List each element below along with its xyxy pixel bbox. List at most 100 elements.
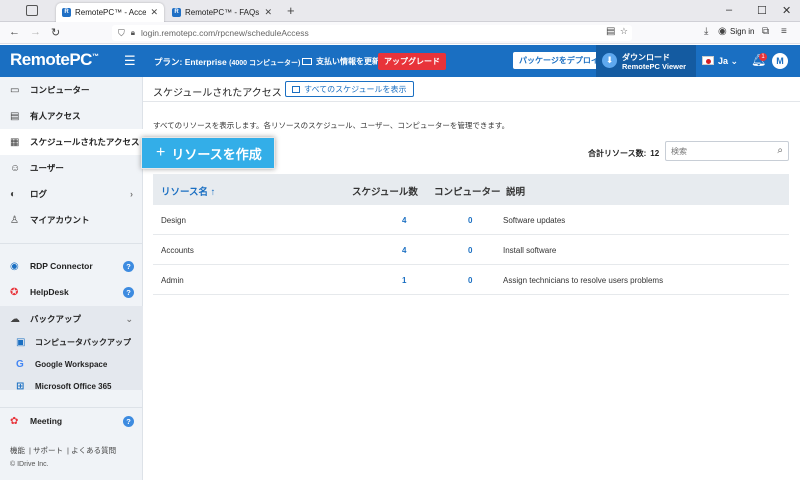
upgrade-button[interactable]: アップグレード: [378, 53, 446, 70]
language-label: Ja: [718, 56, 729, 66]
support-link[interactable]: サポート: [33, 446, 63, 455]
sidebar-subitem-label: コンピュータバックアップ: [35, 337, 131, 347]
page-description: すべてのリソースを表示します。各リソースのスケジュール、ユーザー、コンピューター…: [153, 121, 510, 130]
tab-list-icon[interactable]: [26, 5, 38, 16]
column-schedule-count[interactable]: スケジュール数: [352, 184, 418, 198]
update-billing-link[interactable]: 支払い情報を更新: [302, 56, 380, 67]
view-all-label: すべてのスケジュールを表示: [304, 84, 407, 94]
sidebar-item-label: HelpDesk: [30, 287, 69, 297]
search-box[interactable]: ⌕: [665, 141, 789, 161]
sort-ascending-icon: ↑: [210, 187, 216, 198]
plan-label: プラン: Enterprise: [154, 57, 227, 67]
browser-tab-remotepc-access[interactable]: R RemotePC™ - Acceso programa ✕: [56, 3, 164, 22]
lock-icon[interactable]: 🔒︎: [131, 28, 135, 38]
download-viewer-button[interactable]: ⬇ ダウンロード RemotePC Viewer: [596, 45, 696, 77]
forward-icon[interactable]: →: [30, 26, 41, 38]
schedule-count[interactable]: 4: [402, 246, 406, 255]
view-all-schedules-button[interactable]: すべてのスケジュールを表示: [285, 81, 414, 97]
column-computers[interactable]: コンピューター: [434, 184, 501, 198]
table-row[interactable]: Accounts 4 0 Install software: [153, 235, 789, 265]
japan-flag-icon[interactable]: [702, 56, 714, 65]
sign-in-button[interactable]: Sign in: [730, 27, 754, 36]
address-bar[interactable]: ⛉ 🔒︎ login.remotepc.com/rpcnew/scheduleA…: [112, 25, 632, 41]
plan-info: プラン: Enterprise (4000 コンピューター): [154, 56, 300, 68]
sidebar-item-label: 有人アクセス: [30, 111, 81, 121]
sidebar-item-my-account[interactable]: ♙ マイアカウント: [0, 207, 143, 233]
table-row[interactable]: Admin 1 0 Assign technicians to resolve …: [153, 265, 789, 295]
reader-view-icon[interactable]: ▤: [606, 26, 615, 37]
faq-link[interactable]: よくある質問: [71, 446, 116, 455]
browser-navigation-bar: ← → ↻ ⛉ 🔒︎ login.remotepc.com/rpcnew/sch…: [0, 22, 800, 44]
backup-group: ☁ バックアップ ⌄ ▣ コンピュータバックアップ G Google Works…: [0, 306, 143, 392]
computer-count[interactable]: 0: [468, 276, 472, 285]
deploy-package-button[interactable]: パッケージをデプロイ: [513, 52, 605, 69]
browser-tab-title: RemotePC™ - Acceso programa: [75, 8, 147, 17]
sidebar-item-backup[interactable]: ☁ バックアップ ⌄: [0, 306, 143, 332]
features-link[interactable]: 機能: [10, 446, 25, 455]
maximize-icon[interactable]: ☐: [757, 4, 767, 17]
total-resources: 合計リソース数: 12: [588, 148, 659, 159]
url-text[interactable]: login.remotepc.com/rpcnew/scheduleAccess: [141, 28, 309, 38]
create-resource-button[interactable]: + リソースを作成: [141, 137, 275, 169]
help-icon[interactable]: ?: [123, 415, 134, 427]
extensions-icon[interactable]: ⧉: [762, 26, 769, 37]
logo-text: RemotePC: [10, 50, 92, 69]
calendar-clock-icon: ▦: [10, 136, 20, 148]
browser-tab-remotepc-faqs[interactable]: R RemotePC™ - FAQs on Remote ✕: [166, 3, 278, 22]
back-icon[interactable]: ←: [9, 26, 20, 38]
downloads-icon[interactable]: ⤓: [704, 26, 708, 37]
sidebar-item-users[interactable]: ☺ ユーザー: [0, 155, 143, 181]
remotepc-favicon-icon: R: [62, 8, 71, 17]
browser-tab-strip: R RemotePC™ - Acceso programa ✕ R Remote…: [0, 0, 800, 22]
table-row[interactable]: Design 4 0 Software updates: [153, 205, 789, 235]
search-input[interactable]: [666, 142, 766, 160]
window-close-icon[interactable]: ✕: [782, 4, 791, 17]
bookmark-star-icon[interactable]: ☆: [620, 26, 628, 37]
sidebar-item-label: マイアカウント: [30, 215, 90, 225]
user-icon: ♙: [10, 214, 19, 226]
search-icon[interactable]: ⌕: [777, 145, 783, 156]
resource-name[interactable]: Accounts: [161, 246, 194, 255]
help-icon[interactable]: ?: [123, 260, 134, 272]
new-tab-icon[interactable]: +: [287, 3, 295, 18]
main-content: スケジュールされたアクセス すべてのスケジュールを表示 すべてのリソースを表示し…: [141, 77, 800, 480]
help-icon[interactable]: ?: [123, 286, 134, 298]
resource-name[interactable]: Design: [161, 216, 186, 225]
tracking-shield-icon[interactable]: ⛉: [118, 28, 125, 39]
sidebar-item-attended-access[interactable]: ▤ 有人アクセス: [0, 103, 143, 129]
computer-count[interactable]: 0: [468, 246, 472, 255]
sidebar-item-helpdesk[interactable]: ✪ HelpDesk ?: [0, 279, 143, 305]
column-resource-name[interactable]: リソース名 ↑: [161, 184, 215, 198]
menu-icon[interactable]: ≡: [781, 26, 787, 37]
computer-count[interactable]: 0: [468, 216, 472, 225]
remotepc-logo[interactable]: RemotePC™: [10, 50, 99, 70]
rdp-connector-icon: ◉: [10, 260, 19, 272]
close-tab-icon[interactable]: ✕: [150, 7, 158, 18]
sidebar-subitem-label: Microsoft Office 365: [35, 381, 112, 391]
sidebar-subitem-google-workspace[interactable]: G Google Workspace: [0, 353, 143, 375]
sidebar-item-computers[interactable]: ▭ コンピューター: [0, 77, 143, 103]
schedule-count[interactable]: 4: [402, 216, 406, 225]
sidebar-item-logs[interactable]: ◐ ログ ›: [0, 181, 143, 207]
create-resource-label: リソースを作成: [171, 146, 262, 162]
language-selector[interactable]: Ja ⌄: [718, 56, 738, 67]
close-tab-icon[interactable]: ✕: [264, 7, 272, 18]
column-description[interactable]: 説明: [506, 184, 525, 198]
avatar[interactable]: M: [772, 53, 788, 69]
download-icon: ⬇: [602, 53, 617, 68]
account-icon[interactable]: ◉: [718, 26, 727, 37]
schedule-count[interactable]: 1: [402, 276, 406, 285]
sidebar-item-scheduled-access[interactable]: ▦ スケジュールされたアクセス: [0, 129, 143, 155]
minimize-icon[interactable]: –: [726, 4, 732, 16]
resource-name[interactable]: Admin: [161, 276, 184, 285]
sidebar-subitem-computer-backup[interactable]: ▣ コンピュータバックアップ: [0, 331, 143, 353]
sidebar-subitem-office365[interactable]: ⊞ Microsoft Office 365: [0, 375, 143, 397]
sidebar-item-rdp-connector[interactable]: ◉ RDP Connector ?: [0, 253, 143, 279]
sidebar-item-meeting[interactable]: ✿ Meeting ?: [0, 408, 143, 434]
hamburger-menu-icon[interactable]: ☰: [124, 53, 136, 69]
browser-tab-title: RemotePC™ - FAQs on Remote: [185, 8, 260, 17]
log-icon: ◐: [10, 188, 17, 200]
reload-icon[interactable]: ↻: [51, 26, 60, 39]
remotepc-favicon-icon: R: [172, 8, 181, 17]
logo-trademark: ™: [91, 53, 99, 61]
